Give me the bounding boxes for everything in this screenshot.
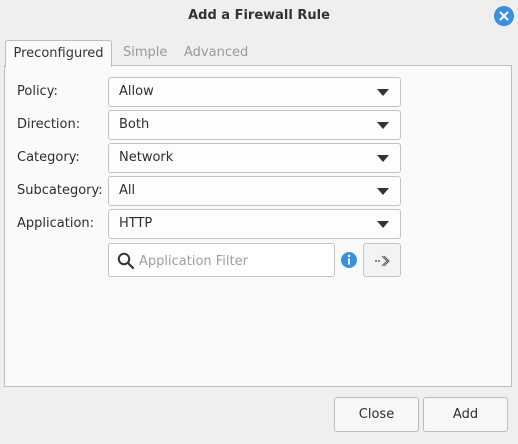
direction-value: Both	[119, 117, 150, 132]
tab-preconfigured[interactable]: Preconfigured	[5, 40, 112, 67]
dropdown-arrow-icon	[377, 221, 389, 228]
application-filter-field[interactable]	[108, 243, 335, 277]
title-bar: Add a Firewall Rule	[0, 0, 518, 32]
policy-label: Policy:	[17, 84, 58, 99]
application-combo[interactable]: HTTP	[108, 209, 401, 239]
policy-value: Allow	[119, 84, 154, 99]
dropdown-arrow-icon	[377, 122, 389, 129]
application-filter-input[interactable]	[137, 251, 331, 271]
close-button[interactable]: Close	[334, 397, 419, 432]
category-label: Category:	[17, 150, 80, 165]
dropdown-arrow-icon	[377, 188, 389, 195]
subcategory-value: All	[119, 183, 136, 198]
window-title: Add a Firewall Rule	[188, 8, 330, 23]
direction-label: Direction:	[17, 117, 81, 132]
subcategory-combo[interactable]: All	[108, 176, 401, 206]
close-icon[interactable]	[494, 6, 514, 26]
arrow-right-icon	[375, 255, 390, 267]
dropdown-arrow-icon	[377, 155, 389, 162]
info-icon[interactable]	[341, 252, 357, 272]
direction-combo[interactable]: Both	[108, 110, 401, 140]
copy-to-advanced-button[interactable]	[363, 243, 401, 277]
add-button[interactable]: Add	[423, 397, 508, 432]
category-value: Network	[119, 150, 174, 165]
policy-combo[interactable]: Allow	[108, 77, 401, 107]
application-label: Application:	[17, 216, 95, 231]
tab-simple[interactable]: Simple	[123, 40, 167, 65]
application-value: HTTP	[119, 216, 153, 231]
subcategory-label: Subcategory:	[17, 183, 103, 198]
tab-advanced[interactable]: Advanced	[184, 40, 248, 65]
search-icon	[117, 252, 135, 274]
dropdown-arrow-icon	[377, 89, 389, 96]
category-combo[interactable]: Network	[108, 143, 401, 173]
